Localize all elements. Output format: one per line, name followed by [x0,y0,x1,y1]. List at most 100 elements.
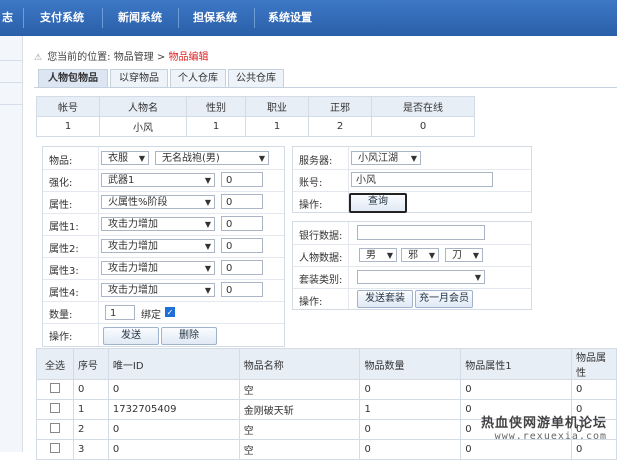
data-op-row: 操作: 发送套装 充一月会员 [293,288,531,310]
row-checkbox[interactable] [49,383,60,393]
attr3-select[interactable]: 攻击力增加 ▼ [101,261,215,275]
watermark-title: 热血侠网游单机论坛 [480,416,607,431]
items-header: 物品属性 [571,348,617,380]
row-qty: 0 [359,439,462,460]
tab-public-storage[interactable]: 公共仓库 [228,69,284,87]
query-op-label: 操作: [299,200,323,211]
enhance-input[interactable]: 0 [221,172,263,187]
row-id: 0 [107,379,240,400]
item-name-select[interactable]: 无名战袍(男) ▼ [155,151,269,165]
row-id: 1732705409 [107,399,240,420]
row-index: 0 [72,379,109,400]
chevron-down-icon: ▼ [204,242,211,251]
enhance-select[interactable]: 武器1 ▼ [101,173,215,187]
set-label: 套装类别: [299,275,343,286]
char-cell: 1 [186,116,246,137]
breadcrumb-prefix: 您当前的位置: [47,52,111,63]
qty-row: 数量: 1 绑定 ✓ [43,301,284,324]
tab-personal-storage[interactable]: 个人仓库 [170,69,226,87]
chevron-down-icon: ▼ [428,251,435,260]
account-row: 账号: 小风 [293,169,531,192]
send-set-button[interactable]: 发送套装 [357,290,413,308]
op-label: 操作: [49,332,73,343]
row-name: 空 [238,379,361,400]
watermark: 热血侠网游单机论坛 www.rexuexia.com [481,412,607,442]
items-table: 全选 序号 唯一ID 物品名称 物品数量 物品属性1 物品属性 0 0 空 0 … [36,348,617,460]
query-row: 操作: 查询 [293,191,531,213]
chevron-down-icon: ▼ [138,154,145,163]
char-data-label: 人物数据: [299,253,343,264]
row-qty: 0 [359,419,462,440]
send-button[interactable]: 发送 [103,327,159,345]
attr1-select[interactable]: 攻击力增加 ▼ [101,217,215,231]
watermark-url: www.rexuexia.com [494,431,607,442]
attr1-input[interactable]: 0 [221,216,263,231]
enhance-row: 强化: 武器1 ▼ 0 [43,169,284,192]
attr2-input[interactable]: 0 [221,238,263,253]
row-index: 3 [72,439,109,460]
breadcrumb-path[interactable]: 物品管理 > [114,52,166,63]
row-checkbox[interactable] [49,403,60,413]
item-row: 物品: 衣服 ▼ 无名战袍(男) ▼ [43,147,284,170]
tab-divider [34,87,617,88]
chevron-down-icon: ▼ [474,273,481,282]
item-form-panel: 物品: 衣服 ▼ 无名战袍(男) ▼ 强化: 武器1 ▼ 0 属性: 火属性%阶段 ▼ … [42,146,285,347]
alignment-select[interactable]: 邪 ▼ [401,248,439,262]
member-button[interactable]: 充一月会员 [415,290,473,308]
attr-row: 属性: 火属性%阶段 ▼ 0 [43,191,284,214]
qty-input[interactable]: 1 [105,305,135,320]
attr4-input[interactable]: 0 [221,282,263,297]
nav-item-guarantee[interactable]: 担保系统 [193,0,237,36]
data-op-label: 操作: [299,297,323,308]
qty-label: 数量: [49,310,73,321]
tab-worn-items[interactable]: 以穿物品 [110,69,168,87]
attr3-input[interactable]: 0 [221,260,263,275]
attr-label: 属性: [49,200,73,211]
char-header: 性别 [186,96,246,117]
attr2-select[interactable]: 攻击力增加 ▼ [101,239,215,253]
nav-item-news[interactable]: 新闻系统 [118,0,162,36]
set-row: 套装类别: ▼ [293,266,531,289]
char-data-row: 人物数据: 男 ▼ 邪 ▼ 刀 ▼ [293,244,531,267]
char-header: 职业 [245,96,309,117]
data-panel: 银行数据: 人物数据: 男 ▼ 邪 ▼ 刀 ▼ 套装类别: ▼ 操作: 发送套装 充一… [292,221,532,310]
items-header: 唯一ID [107,348,240,380]
set-select[interactable]: ▼ [357,270,485,284]
row-attr: 0 [571,379,617,400]
row-id: 0 [107,439,240,460]
nav-separator [254,8,255,28]
left-sidebar [0,36,23,452]
row-checkbox[interactable] [49,423,60,433]
chevron-down-icon: ▼ [472,251,479,260]
row-index: 2 [72,419,109,440]
attr4-select[interactable]: 攻击力增加 ▼ [101,283,215,297]
char-header: 是否在线 [371,96,475,117]
row-name: 金刚破天斩 [238,399,361,420]
nav-item-payment[interactable]: 支付系统 [40,0,84,36]
item-type-select[interactable]: 衣服 ▼ [101,151,149,165]
nav-item-settings[interactable]: 系统设置 [268,0,312,36]
bank-input[interactable] [357,225,485,240]
nav-item-partial[interactable]: 志 [2,0,13,36]
items-header: 序号 [72,348,109,380]
query-button[interactable]: 查询 [349,193,407,213]
gender-select[interactable]: 男 ▼ [359,248,397,262]
tab-bag-items[interactable]: 人物包物品 [38,69,108,87]
attr4-label: 属性4: [49,288,79,299]
row-name: 空 [238,439,361,460]
chevron-down-icon: ▼ [204,176,211,185]
attr-select[interactable]: 火属性%阶段 ▼ [101,195,215,209]
server-select[interactable]: 小风江湖 ▼ [351,151,421,165]
delete-button[interactable]: 删除 [161,327,217,345]
select-all-header[interactable]: 全选 [36,348,74,380]
weapon-select[interactable]: 刀 ▼ [445,248,483,262]
bank-row: 银行数据: [293,222,531,245]
attr1-label: 属性1: [49,222,79,233]
table-row: 3 0 空 0 0 0 [36,439,617,460]
account-input[interactable]: 小风 [351,172,493,187]
bind-checkbox[interactable]: ✓ [165,307,175,317]
row-attr: 0 [571,439,617,460]
top-nav: 志 支付系统 新闻系统 担保系统 系统设置 [0,0,617,36]
attr3-label: 属性3: [49,266,79,277]
attr-input[interactable]: 0 [221,194,263,209]
